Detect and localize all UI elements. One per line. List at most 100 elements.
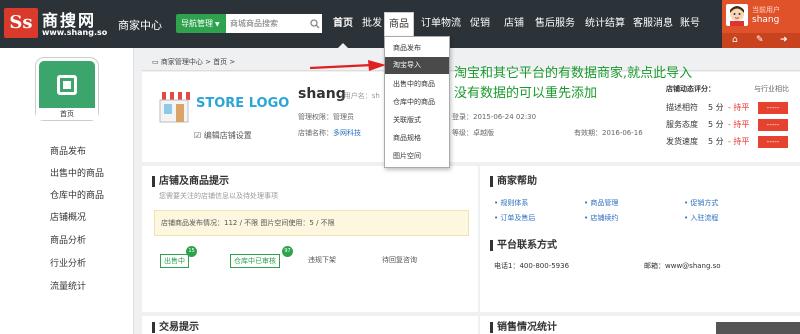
last-login: 登录：2015-06-24 02:30 bbox=[452, 113, 537, 121]
left-sidebar: 首页 商品发布 出售中的商品 仓库中的商品 店铺概况 商品分析 行业分析 流量统… bbox=[0, 48, 134, 334]
rating-score: 5 分 bbox=[708, 137, 724, 146]
nav-service[interactable]: 客服消息 bbox=[630, 0, 676, 48]
rating-label: 发货速度 bbox=[666, 137, 698, 146]
contact-phone: 电话1：400-800-5936 bbox=[494, 262, 570, 270]
rating-compare: 与行业相比 bbox=[754, 85, 789, 93]
rating-label: 服务态度 bbox=[666, 120, 698, 129]
search-input[interactable] bbox=[226, 14, 308, 33]
nav-manage-button[interactable]: 导航管理 ▼ bbox=[176, 14, 226, 33]
nav-after-sale[interactable]: 售后服务 bbox=[532, 0, 578, 48]
store-logo: STORE LOGO bbox=[156, 90, 290, 124]
publish-stats: 店铺商品发布情况：112 / 不限 图片空间使用：5 / 不限 bbox=[154, 210, 469, 236]
rating-status: - 持平 bbox=[728, 103, 750, 112]
site-logo[interactable]: Ss 商搜网 www.shang.so bbox=[4, 6, 108, 42]
tips-panel-title: 店铺及商品提示 bbox=[152, 176, 229, 187]
help-link-renew[interactable]: 店铺续约 bbox=[584, 213, 618, 223]
help-link-promo[interactable]: 促销方式 bbox=[684, 198, 718, 208]
edit-store-settings-label: 编辑店铺设置 bbox=[203, 131, 252, 140]
tag-warehouse-approved[interactable]: 仓库中已审核 bbox=[230, 254, 280, 268]
breadcrumb: ▭ 商家管理中心 > 首页 > bbox=[152, 57, 235, 67]
store-name-line: 店铺名称：多网科技 bbox=[298, 128, 361, 138]
sidebar-item-warehouse[interactable]: 仓库中的商品 bbox=[50, 188, 104, 201]
merchant-center-title: 商家中心 bbox=[118, 19, 162, 32]
search-icon bbox=[310, 19, 320, 29]
help-panel-title: 商家帮助 bbox=[490, 176, 537, 187]
rating-score: 5 分 bbox=[708, 103, 724, 112]
user-actions: ⌂ ✎ ➜ bbox=[722, 33, 800, 48]
rating-status: - 持平 bbox=[728, 120, 750, 129]
sidebar-item-traffic[interactable]: 流量统计 bbox=[50, 279, 86, 292]
edit-store-settings-link[interactable]: ☑ 编辑店铺设置 bbox=[194, 130, 252, 141]
trade-panel-title: 交易提示 bbox=[152, 322, 199, 333]
sidebar-item-industry-analysis[interactable]: 行业分析 bbox=[50, 256, 86, 269]
store-expire: 有效期：2016-06-16 bbox=[574, 129, 643, 137]
import-annotation: 淘宝和其它平台的有数据商家,就点此导入 没有数据的可以重先添加 bbox=[454, 64, 692, 104]
logo-mark: Ss bbox=[4, 8, 38, 38]
help-link-rules[interactable]: 规则体系 bbox=[494, 198, 528, 208]
menu-item-related-layout[interactable]: 关联版式 bbox=[385, 112, 449, 129]
store-tips-panel: 店铺及商品提示 您需要关注的店铺信息以及待处理事项 店铺商品发布情况：112 /… bbox=[142, 166, 478, 312]
store-name-label: 店铺名称： bbox=[298, 129, 333, 137]
tag-count-badge: 97 bbox=[282, 246, 293, 257]
home-icon[interactable]: ⌂ bbox=[732, 35, 738, 45]
rating-badge: ----- bbox=[758, 119, 788, 131]
menu-item-image-space[interactable]: 图片空间 bbox=[385, 148, 449, 165]
rating-badge: ----- bbox=[758, 136, 788, 148]
chevron-down-icon: ▼ bbox=[215, 21, 220, 28]
help-link-orders[interactable]: 订单及售后 bbox=[494, 213, 535, 223]
avatar bbox=[726, 4, 748, 26]
store-username: (用户名：sh bbox=[341, 92, 380, 100]
help-panel: 商家帮助 规则体系 商品管理 促销方式 订单及售后 店铺续约 入驻流程 平台联系… bbox=[480, 166, 800, 312]
rating-status: - 持平 bbox=[728, 137, 750, 146]
sidebar-item-publish[interactable]: 商品发布 bbox=[50, 144, 86, 157]
home-tile-icon-core bbox=[63, 81, 71, 89]
store-level: 等级：卓越版 bbox=[452, 129, 494, 137]
breadcrumb-text[interactable]: 商家管理中心 > 首页 > bbox=[161, 58, 235, 66]
tips-panel-subtitle: 您需要关注的店铺信息以及待处理事项 bbox=[159, 192, 278, 200]
tag-on-sale[interactable]: 出售中 bbox=[160, 254, 189, 268]
sidebar-item-goods-analysis[interactable]: 商品分析 bbox=[50, 233, 86, 246]
tag-pending-questions[interactable]: 待回复咨询 bbox=[382, 255, 417, 265]
help-link-goods[interactable]: 商品管理 bbox=[584, 198, 618, 208]
storefront-icon bbox=[158, 92, 190, 123]
nav-account[interactable]: 账号 bbox=[676, 0, 704, 48]
arrow-right-icon bbox=[310, 60, 386, 71]
user-box[interactable]: 当前用户 shang ⌂ ✎ ➜ bbox=[722, 0, 800, 48]
store-logo-text: STORE LOGO bbox=[196, 96, 290, 111]
logout-icon[interactable]: ➜ bbox=[780, 35, 788, 45]
help-link-onboard[interactable]: 入驻流程 bbox=[684, 213, 718, 223]
goods-dropdown-menu: 商品发布 淘宝导入 出售中的商品 仓库中的商品 关联版式 商品规格 图片空间 bbox=[384, 36, 450, 168]
nav-manage-label: 导航管理 bbox=[181, 19, 213, 28]
contact-email: 邮箱：www@shang.so bbox=[644, 262, 721, 270]
corner-shadow bbox=[716, 322, 800, 334]
menu-item-publish[interactable]: 商品发布 bbox=[385, 40, 449, 57]
nav-stats[interactable]: 统计结算 bbox=[582, 0, 628, 48]
menu-item-taobao-import[interactable]: 淘宝导入 bbox=[385, 57, 449, 74]
nav-store[interactable]: 店铺 bbox=[500, 0, 528, 48]
rating-score: 5 分 bbox=[708, 120, 724, 129]
store-name: shang bbox=[298, 86, 346, 102]
contact-title: 平台联系方式 bbox=[490, 240, 557, 251]
user-name: shang bbox=[752, 15, 780, 25]
menu-item-spec[interactable]: 商品规格 bbox=[385, 130, 449, 147]
monitor-icon: ▭ bbox=[152, 58, 161, 66]
menu-item-on-sale[interactable]: 出售中的商品 bbox=[385, 76, 449, 93]
nav-goods[interactable]: 商品 bbox=[384, 12, 414, 36]
tag-violation[interactable]: 违规下架 bbox=[308, 255, 336, 265]
store-name-link[interactable]: 多网科技 bbox=[333, 129, 361, 137]
trade-panel: 交易提示 bbox=[142, 316, 478, 334]
sidebar-item-on-sale[interactable]: 出售中的商品 bbox=[50, 166, 104, 179]
tag-count-badge: 15 bbox=[186, 246, 197, 257]
home-tile-label: 首页 bbox=[36, 108, 98, 120]
wrench-icon[interactable]: ✎ bbox=[756, 35, 764, 45]
sidebar-item-store-overview[interactable]: 店铺概况 bbox=[50, 210, 86, 223]
store-permission: 管理权限：管理员 bbox=[298, 113, 354, 121]
edit-icon: ☑ bbox=[194, 131, 204, 140]
annotation-line-2: 没有数据的可以重先添加 bbox=[454, 86, 598, 101]
annotation-line-1: 淘宝和其它平台的有数据商家,就点此导入 bbox=[454, 66, 693, 81]
search-button[interactable] bbox=[308, 14, 322, 33]
menu-item-warehouse[interactable]: 仓库中的商品 bbox=[385, 94, 449, 111]
user-role: 当前用户 bbox=[752, 6, 780, 14]
sales-panel-title: 销售情况统计 bbox=[490, 322, 557, 333]
nav-promo[interactable]: 促销 bbox=[466, 0, 494, 48]
